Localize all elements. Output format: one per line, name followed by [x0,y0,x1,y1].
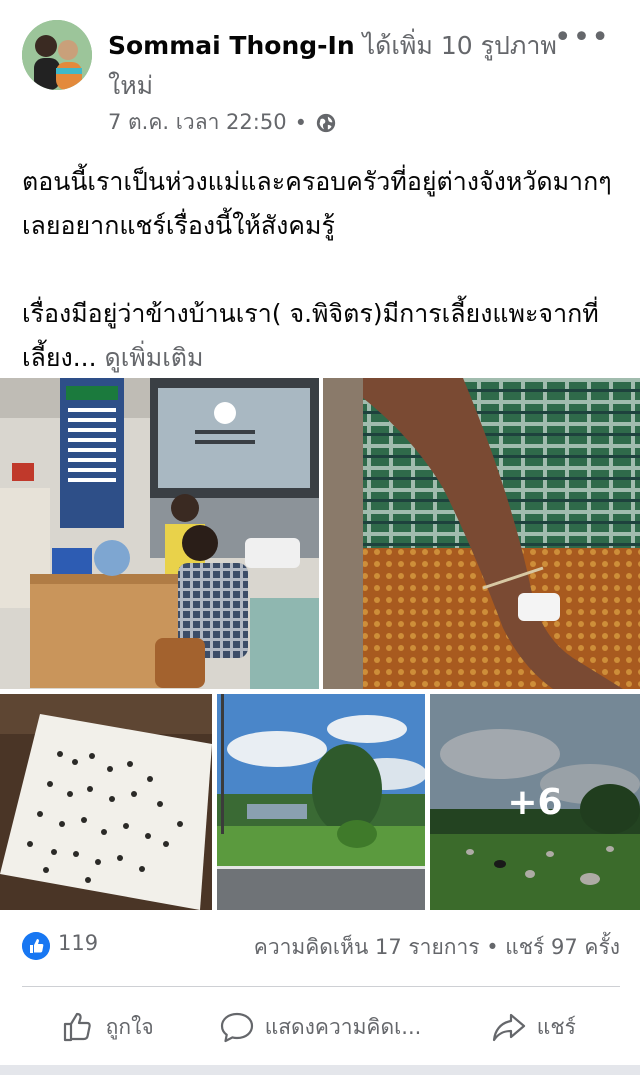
divider [22,986,620,987]
author-name[interactable]: Sommai Thong-In [108,31,355,60]
see-more-link[interactable]: ดูเพิ่มเติม [105,343,204,372]
photo-2[interactable] [323,378,640,689]
comment-label: แสดงความคิดเ... [264,1014,422,1039]
globe-icon [316,113,336,132]
share-button[interactable]: แชร์ [427,995,640,1059]
photo-4[interactable] [217,694,425,910]
post-body: ตอนนี้เราเป็นห่วงแม่และครอบครัวที่อยู่ต่… [22,160,622,380]
like-reaction-icon[interactable] [22,932,50,960]
photo-1[interactable] [0,378,319,689]
photo-3[interactable] [0,694,212,910]
like-count[interactable]: 119 [58,931,98,955]
meta-separator: • [294,110,307,135]
feed-separator [0,1065,640,1075]
post-meta: 7 ต.ค. เวลา 22:50 • [108,106,337,139]
post-paragraph: ตอนนี้เราเป็นห่วงแม่และครอบครัวที่อยู่ต่… [22,167,612,240]
action-bar: ถูกใจ แสดงความคิดเ... แชร์ [0,995,640,1059]
comment-icon [220,1012,253,1043]
post-paragraph: เรื่องมีอยู่ว่าข้างบ้านเรา( จ.พิจิตร)มีก… [22,292,622,380]
more-icon[interactable]: ••• [554,20,610,55]
post-title: Sommai Thong-In ได้เพิ่ม 10 รูปภาพใหม่ [108,26,568,106]
author-avatar[interactable] [22,20,92,90]
comments-shares-count[interactable]: ความคิดเห็น 17 รายการ • แชร์ 97 ครั้ง [254,931,620,964]
like-label: ถูกใจ [105,1014,154,1039]
like-button[interactable]: ถูกใจ [0,995,213,1059]
more-photos-overlay[interactable]: +6 [430,694,640,910]
comment-button[interactable]: แสดงความคิดเ... [213,995,426,1059]
reaction-stats: 119 ความคิดเห็น 17 รายการ • แชร์ 97 ครั้… [0,925,640,971]
post-timestamp[interactable]: 7 ต.ค. เวลา 22:50 [108,106,287,139]
thumbs-up-icon [63,1012,91,1042]
post-header: Sommai Thong-In ได้เพิ่ม 10 รูปภาพใหม่ •… [0,0,640,150]
share-label: แชร์ [536,1014,576,1039]
share-icon [492,1013,525,1042]
photo-grid: +6 [0,378,640,910]
photo-5[interactable]: +6 [430,694,640,910]
